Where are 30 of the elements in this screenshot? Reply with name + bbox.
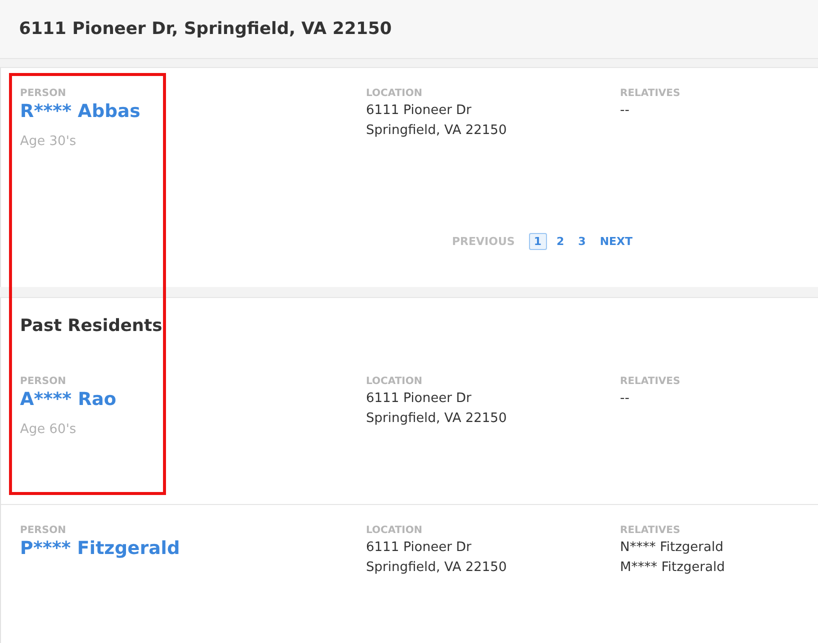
- address-line: 6111 Pioneer Dr: [366, 539, 472, 557]
- next-button[interactable]: NEXT: [596, 233, 637, 250]
- person-name-link[interactable]: R**** Abbas: [20, 101, 366, 122]
- page-number-button[interactable]: 3: [574, 233, 590, 250]
- age-text: Age 60's: [20, 422, 78, 437]
- column-label: RELATIVES: [620, 88, 680, 99]
- column-label: LOCATION: [366, 376, 424, 387]
- person-name-link[interactable]: A**** Rao: [20, 389, 366, 410]
- section-heading: Past Residents: [20, 316, 164, 336]
- address-line: 6111 Pioneer Dr: [366, 102, 472, 120]
- page-number-button[interactable]: 2: [552, 233, 568, 250]
- relative-name: --: [620, 390, 630, 408]
- relative-name: M**** Fitzgerald: [620, 559, 725, 577]
- column-label: PERSON: [20, 525, 67, 536]
- column-label: RELATIVES: [620, 376, 680, 387]
- relative-name: N**** Fitzgerald: [620, 539, 724, 557]
- address-line: Springfield, VA 22150: [366, 122, 508, 140]
- address-line: 6111 Pioneer Dr: [366, 390, 472, 408]
- person-name-link[interactable]: P**** Fitzgerald: [20, 538, 366, 559]
- column-label: LOCATION: [366, 525, 424, 536]
- address-line: Springfield, VA 22150: [366, 559, 508, 577]
- column-label: LOCATION: [366, 88, 424, 99]
- page-number-button[interactable]: 1: [528, 233, 547, 250]
- age-text: Age 30's: [20, 134, 78, 149]
- column-label: PERSON: [20, 376, 67, 387]
- relative-name: --: [620, 102, 630, 120]
- column-label: RELATIVES: [620, 525, 682, 536]
- address-line: Springfield, VA 22150: [366, 410, 508, 428]
- page-title: 6111 Pioneer Dr, Springfield, VA 22150: [19, 19, 392, 39]
- column-label: PERSON: [20, 88, 67, 99]
